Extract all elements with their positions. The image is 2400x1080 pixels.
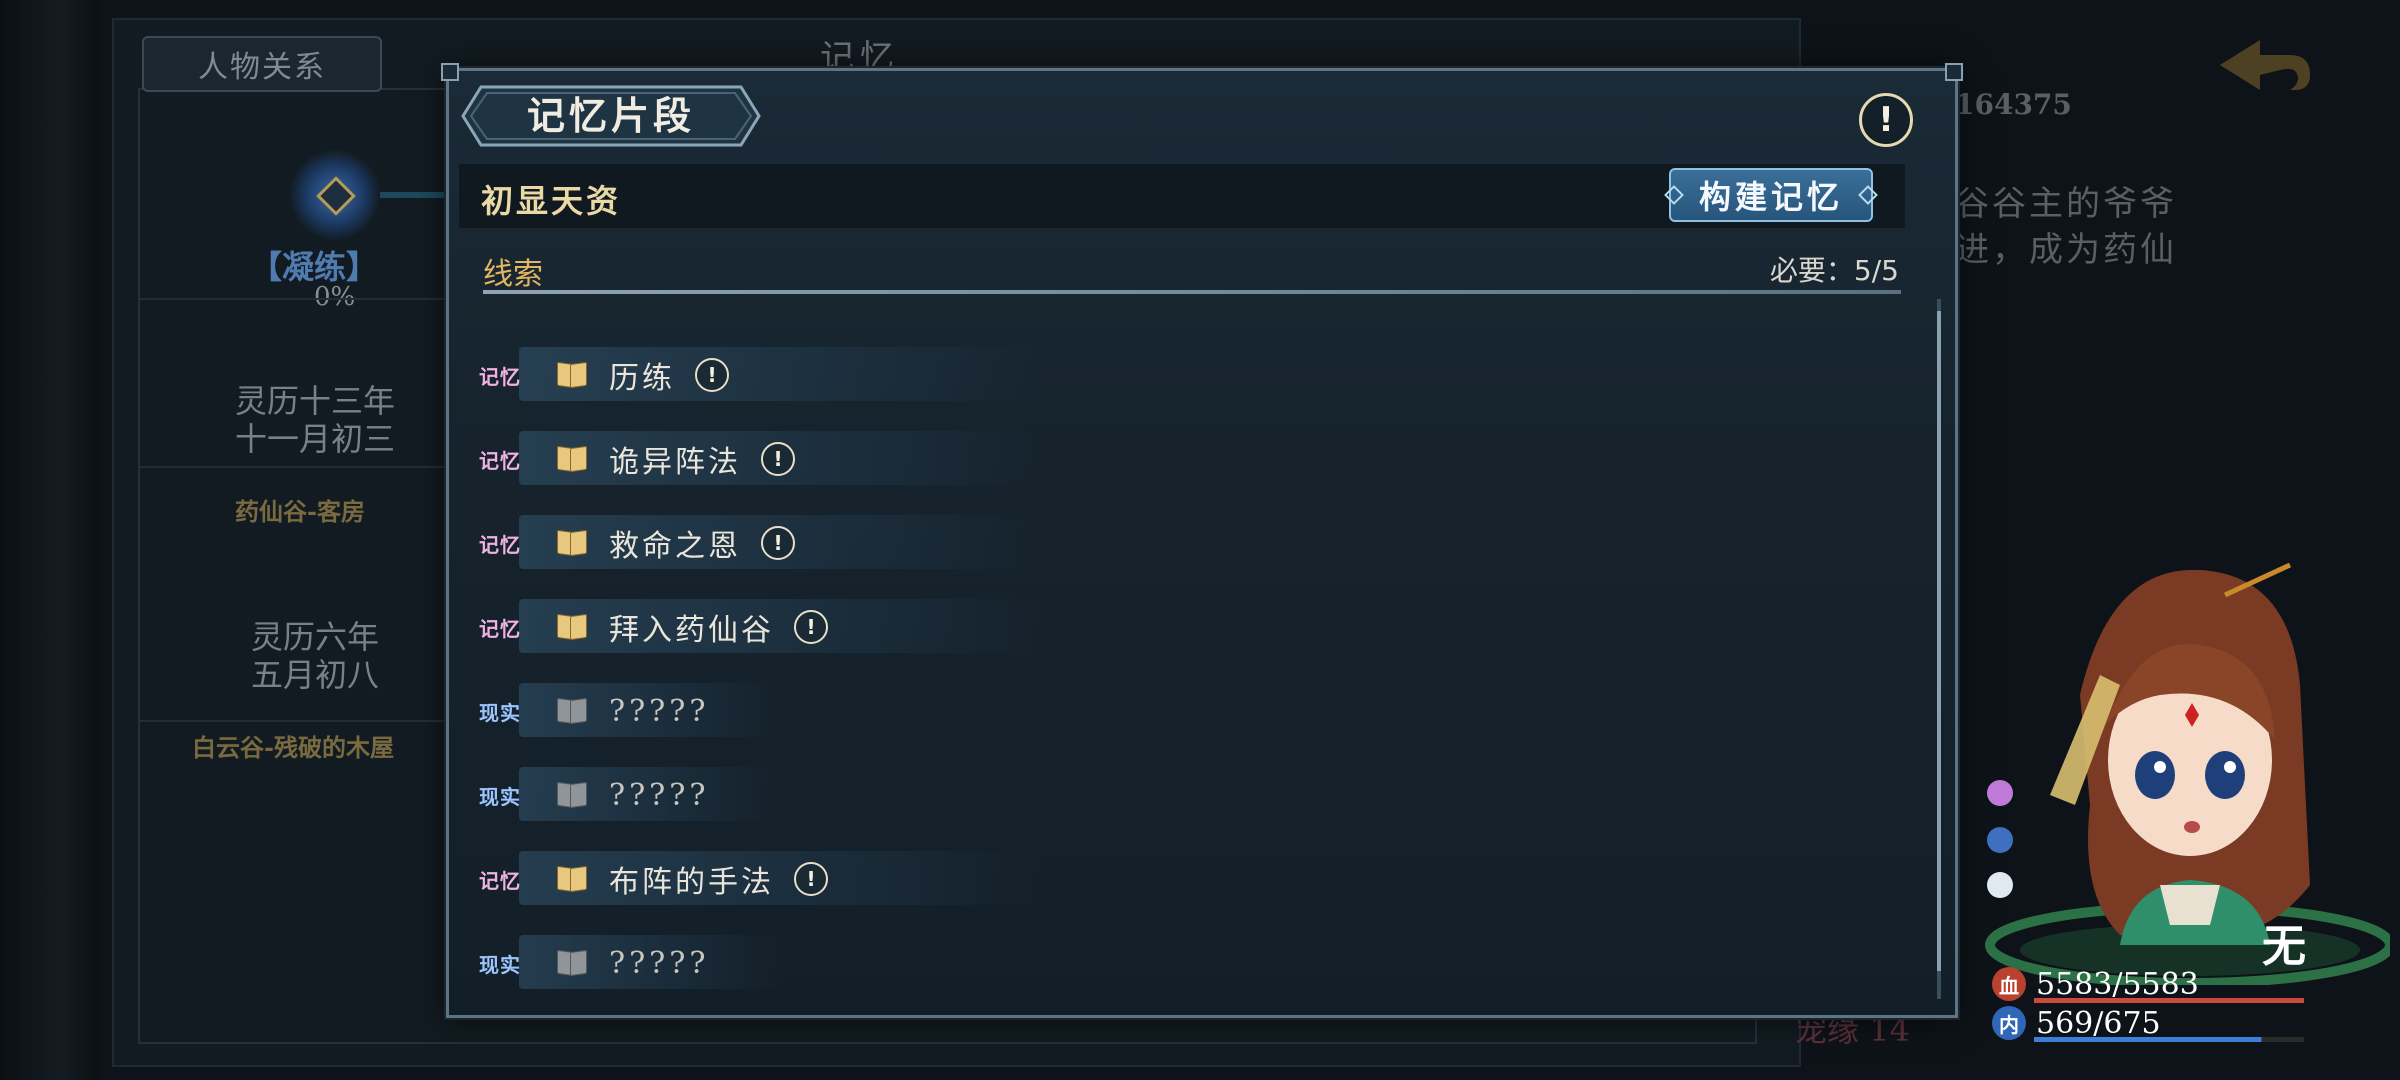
entry-location: 白云谷-残破的木屋 xyxy=(192,733,394,762)
node-connector xyxy=(380,192,450,198)
reality-tag: 现实 xyxy=(479,700,521,725)
clues-divider xyxy=(483,290,1901,294)
divider xyxy=(140,298,450,300)
memory-tag: 记忆 xyxy=(479,364,521,389)
back-arrow-icon[interactable] xyxy=(2210,20,2320,110)
entry-date-line2: 五月初八 xyxy=(250,656,379,694)
clue-item[interactable]: 现实 ????? xyxy=(479,921,1779,1005)
dialog-title: 记忆片段 xyxy=(526,93,695,138)
entry-date[interactable]: 灵历六年 五月初八 xyxy=(205,618,425,694)
frame-corner xyxy=(441,63,459,81)
memory-tag: 记忆 xyxy=(479,868,521,893)
clue-list: 记忆 历练 ! 记忆 诡异阵法 ! 记忆 救命之恩 ! 记忆 拜入药仙谷 ! 现… xyxy=(479,333,1779,1005)
record-id: 164375 xyxy=(1955,88,2072,121)
entry-location: 药仙谷-客房 xyxy=(235,497,365,526)
open-book-icon xyxy=(557,529,587,557)
closed-book-icon xyxy=(557,949,587,977)
description-line: 谷谷主的爷爷 xyxy=(1955,184,2177,224)
open-book-icon xyxy=(557,445,587,473)
reality-tag: 现实 xyxy=(479,952,521,977)
clues-label: 线索 xyxy=(483,257,543,292)
mp-bar xyxy=(2034,1037,2304,1042)
open-book-icon xyxy=(557,865,587,893)
hp-icon: 血 xyxy=(1992,967,2026,1001)
clue-info-icon[interactable]: ! xyxy=(794,610,828,644)
character-portrait[interactable] xyxy=(1970,555,2390,985)
clue-title-unknown: ????? xyxy=(609,945,710,981)
left-border-strip xyxy=(0,0,100,1080)
hp-stat: 血 5583/5583 xyxy=(1992,966,2304,1003)
clue-title: 历练 xyxy=(609,361,675,396)
clue-info-icon[interactable]: ! xyxy=(761,442,795,476)
memory-tag: 记忆 xyxy=(479,532,521,557)
entry-date-line2: 十一月初三 xyxy=(234,420,395,458)
clue-item[interactable]: 记忆 救命之恩 ! xyxy=(479,501,1779,585)
character-relations-tab[interactable]: 人物关系 xyxy=(142,36,382,92)
clue-list-scrollbar[interactable] xyxy=(1937,311,1941,971)
clue-item[interactable]: 记忆 布阵的手法 ! xyxy=(479,837,1779,921)
open-book-icon xyxy=(557,361,587,389)
clue-title: 拜入药仙谷 xyxy=(609,613,774,648)
clue-item[interactable]: 记忆 诡异阵法 ! xyxy=(479,417,1779,501)
clue-info-icon[interactable]: ! xyxy=(794,862,828,896)
entry-date-line1: 灵历十三年 xyxy=(234,382,395,420)
clue-item[interactable]: 现实 ????? xyxy=(479,753,1779,837)
fragment-name: 初显天资 xyxy=(481,182,622,220)
closed-book-icon xyxy=(557,697,587,725)
description-line: 进，成为药仙 xyxy=(1955,230,2177,270)
frame-corner xyxy=(1945,63,1963,81)
clue-item[interactable]: 现实 ????? xyxy=(479,669,1779,753)
hp-bar xyxy=(2034,998,2304,1003)
mp-value: 569/675 xyxy=(2036,1005,2161,1041)
clue-item[interactable]: 记忆 拜入药仙谷 ! xyxy=(479,585,1779,669)
character-name: 无 xyxy=(2262,921,2306,972)
clue-title: 诡异阵法 xyxy=(609,445,741,480)
clue-item[interactable]: 记忆 历练 ! xyxy=(479,333,1779,417)
clue-info-icon[interactable]: ! xyxy=(761,526,795,560)
memory-tag: 记忆 xyxy=(479,448,521,473)
divider xyxy=(140,720,450,722)
clue-title: 救命之恩 xyxy=(609,529,741,564)
build-memory-label: 构建记忆 xyxy=(1698,178,1843,216)
mp-stat: 内 569/675 xyxy=(1992,1005,2304,1042)
build-memory-button[interactable]: 构建记忆 xyxy=(1664,168,1878,222)
clue-info-icon[interactable]: ! xyxy=(695,358,729,392)
divider xyxy=(140,466,450,468)
closed-book-icon xyxy=(557,781,587,809)
entry-date-line1: 灵历六年 xyxy=(250,618,379,656)
clue-title-unknown: ????? xyxy=(609,777,710,813)
clue-title-unknown: ????? xyxy=(609,693,710,729)
memory-fragment-dialog: 记忆片段 ! 初显天资 构建记忆 线索 必要：5/5 记忆 历练 ! 记忆 诡异… xyxy=(441,63,1963,1018)
open-book-icon xyxy=(557,613,587,641)
clues-required-count: 必要：5/5 xyxy=(1769,254,1899,287)
refine-progress: 0% xyxy=(314,282,356,312)
help-icon[interactable]: ! xyxy=(1859,93,1913,147)
memory-tag: 记忆 xyxy=(479,616,521,641)
dialog-title-plate: 记忆片段 xyxy=(461,85,761,147)
hp-value: 5583/5583 xyxy=(2036,966,2199,1002)
clue-title: 布阵的手法 xyxy=(609,865,774,900)
entry-date[interactable]: 灵历十三年 十一月初三 xyxy=(205,382,425,458)
mp-icon: 内 xyxy=(1992,1006,2026,1040)
reality-tag: 现实 xyxy=(479,784,521,809)
